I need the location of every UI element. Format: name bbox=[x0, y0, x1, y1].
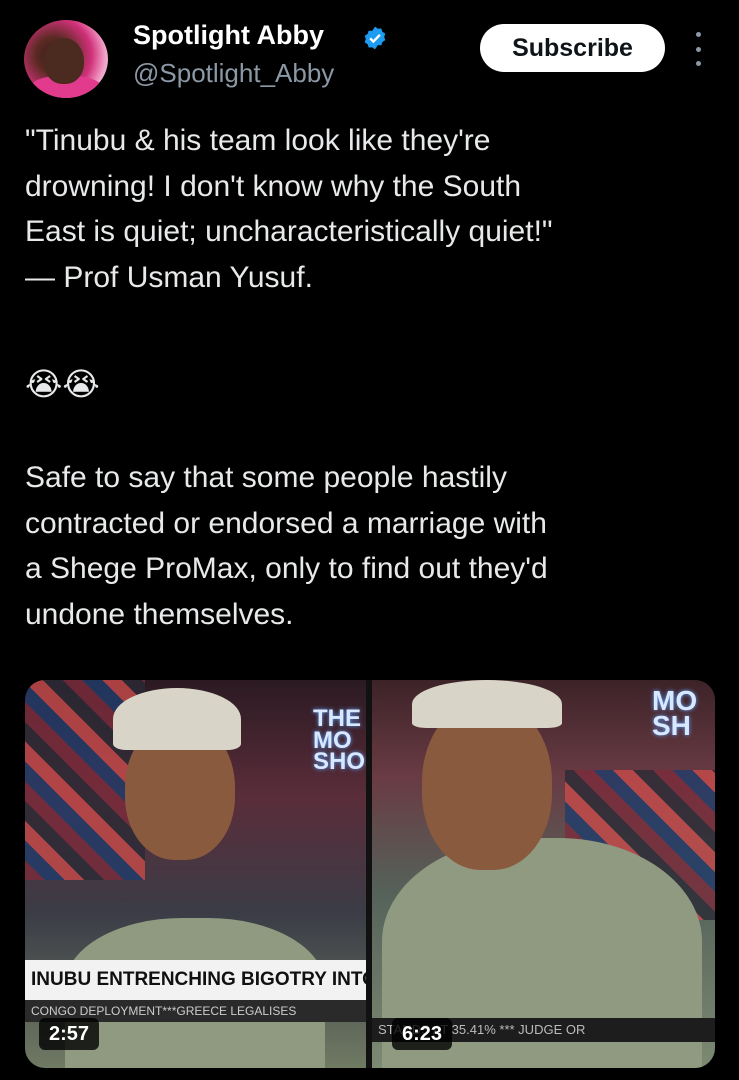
video-thumbnail-2[interactable]: MO SH STANDS AT 35.41% *** JUDGE OR 6:23 bbox=[372, 680, 715, 1068]
subscribe-button[interactable]: Subscribe bbox=[480, 24, 665, 72]
avatar[interactable] bbox=[24, 20, 108, 98]
more-dot bbox=[695, 61, 701, 66]
author-name[interactable]: Spotlight Abby bbox=[133, 20, 324, 51]
video-duration: 6:23 bbox=[392, 1018, 453, 1050]
guest-cap bbox=[113, 688, 241, 750]
more-dot bbox=[695, 32, 701, 37]
tweet-header: Spotlight Abby @Spotlight_Abby Subscribe bbox=[0, 0, 739, 110]
avatar-face bbox=[44, 38, 84, 84]
show-logo: MO SH bbox=[652, 685, 698, 742]
video-thumbnail-1[interactable]: THE MO SHO INUBU ENTRENCHING BIGOTRY INT… bbox=[25, 680, 366, 1068]
tweet-paragraph-commentary: Safe to say that some people hastily con… bbox=[25, 461, 548, 631]
verified-badge-icon bbox=[364, 26, 386, 50]
show-logo: THE MO SHO bbox=[313, 705, 366, 776]
crying-emojis: 😭😭 bbox=[25, 366, 100, 402]
author-handle[interactable]: @Spotlight_Abby bbox=[133, 58, 334, 89]
media-grid: THE MO SHO INUBU ENTRENCHING BIGOTRY INT… bbox=[25, 680, 715, 1068]
news-chyron: INUBU ENTRENCHING BIGOTRY INTO bbox=[25, 960, 366, 1000]
tweet-paragraph-quote: "Tinubu & his team look like they're dro… bbox=[25, 124, 553, 294]
video-duration: 2:57 bbox=[39, 1018, 100, 1050]
guest-cap bbox=[412, 680, 562, 728]
more-dot bbox=[695, 46, 701, 52]
more-vertical-icon[interactable] bbox=[688, 32, 708, 66]
